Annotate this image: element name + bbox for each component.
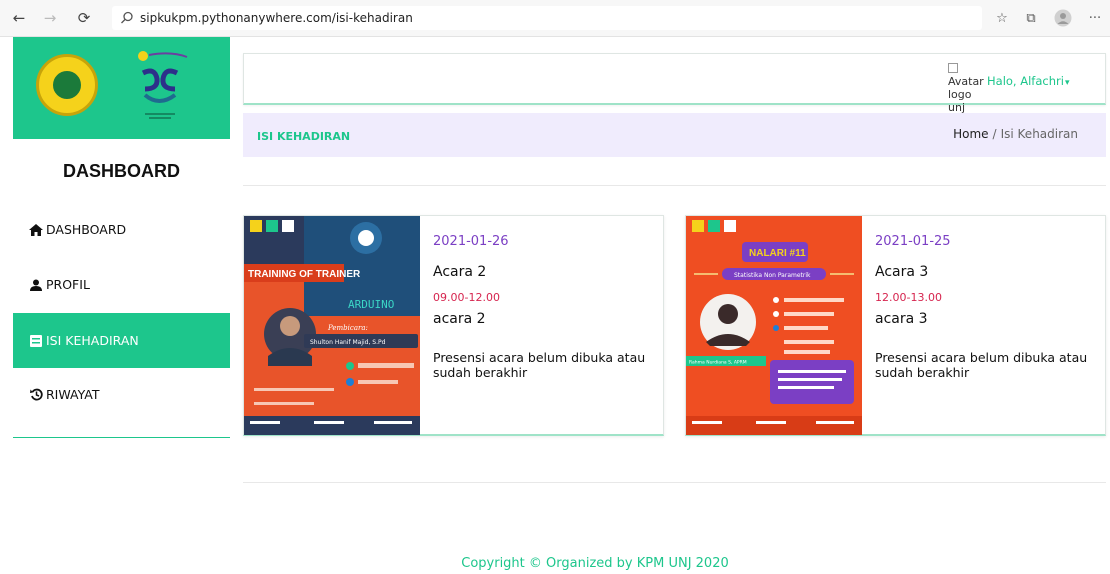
profile-icon bbox=[1054, 9, 1072, 27]
kpm-logo bbox=[137, 51, 188, 119]
poster-presenter-label: Pembicara: bbox=[327, 324, 368, 332]
sidebar-item-label: PROFIL bbox=[46, 277, 90, 292]
collections-icon[interactable]: ⧉ bbox=[1022, 8, 1040, 28]
event-time: 12.00-13.00 bbox=[875, 291, 942, 304]
form-icon bbox=[28, 334, 44, 348]
sidebar-item-dashboard[interactable]: DASHBOARD bbox=[13, 202, 230, 257]
event-card[interactable]: NALARI #11 Statistika Non Parametrik Rah… bbox=[685, 215, 1106, 436]
unj-logo bbox=[36, 54, 98, 116]
address-url: sipkukpm.pythonanywhere.com/isi-kehadira… bbox=[140, 11, 413, 25]
sidebar-item-label: RIWAYAT bbox=[46, 387, 100, 402]
sidebar-item-label: DASHBOARD bbox=[46, 222, 127, 237]
sidebar-divider bbox=[13, 437, 230, 438]
event-poster: TRAINING OF TRAINER ARDUINO Pembicara: S… bbox=[244, 216, 420, 435]
more-menu-icon[interactable]: ··· bbox=[1085, 8, 1105, 28]
footer-copyright: Copyright © Organized by KPM UNJ 2020 bbox=[461, 556, 729, 571]
page-header: ISI KEHADIRAN Home / Isi Kehadiran bbox=[243, 113, 1106, 157]
breadcrumb-separator: / bbox=[992, 127, 997, 141]
sidebar-item-isi-kehadiran[interactable]: ISI KEHADIRAN bbox=[13, 313, 230, 368]
back-icon[interactable]: ← bbox=[9, 8, 29, 28]
poster-title: NALARI #11 bbox=[749, 248, 806, 259]
event-name: Acara 2 bbox=[433, 264, 487, 280]
breadcrumb-home[interactable]: Home bbox=[953, 127, 988, 141]
top-navbar: Avatar logo unj Halo, Alfachri▾ bbox=[243, 53, 1106, 114]
chevron-down-icon: ▾ bbox=[1064, 78, 1070, 88]
address-bar[interactable]: sipkukpm.pythonanywhere.com/isi-kehadira… bbox=[112, 6, 982, 30]
avatar[interactable]: Avatar logo unj bbox=[948, 62, 988, 114]
home-icon bbox=[28, 223, 44, 237]
divider bbox=[243, 482, 1106, 483]
sidebar-header bbox=[13, 37, 230, 139]
user-greeting[interactable]: Halo, Alfachri▾ bbox=[987, 74, 1069, 88]
event-date: 2021-01-26 bbox=[433, 234, 509, 249]
poster-presenter: Shulton Hanif Majid, S.Pd bbox=[310, 339, 386, 346]
history-icon bbox=[28, 388, 44, 402]
sidebar-item-riwayat[interactable]: RIWAYAT bbox=[13, 367, 230, 422]
search-icon bbox=[121, 11, 133, 24]
avatar-alt-text: Avatar logo unj bbox=[948, 75, 984, 114]
favorites-icon[interactable]: ☆ bbox=[993, 8, 1011, 28]
event-status: Presensi acara belum dibuka atau sudah b… bbox=[433, 350, 646, 380]
broken-image-icon bbox=[948, 63, 958, 73]
event-name: Acara 3 bbox=[875, 264, 929, 280]
greeting-text: Halo, Alfachri bbox=[987, 74, 1064, 88]
event-time: 09.00-12.00 bbox=[433, 291, 500, 304]
poster-subtitle: Statistika Non Parametrik bbox=[734, 272, 811, 279]
event-description: acara 3 bbox=[875, 311, 928, 327]
breadcrumb: Home / Isi Kehadiran bbox=[953, 127, 1078, 141]
sidebar-item-profil[interactable]: PROFIL bbox=[13, 257, 230, 312]
user-icon bbox=[28, 278, 44, 292]
sidebar-item-label: ISI KEHADIRAN bbox=[46, 333, 139, 348]
event-date: 2021-01-25 bbox=[875, 234, 951, 249]
refresh-icon[interactable]: ⟳ bbox=[74, 8, 94, 28]
browser-toolbar: ← → ⟳ sipkukpm.pythonanywhere.com/isi-ke… bbox=[0, 0, 1110, 37]
profile-avatar-icon[interactable] bbox=[1054, 8, 1072, 28]
sidebar-title: DASHBOARD bbox=[63, 161, 180, 181]
poster-title: TRAINING OF TRAINER bbox=[248, 269, 361, 280]
event-poster: NALARI #11 Statistika Non Parametrik Rah… bbox=[686, 216, 862, 435]
divider bbox=[243, 185, 1106, 186]
event-status: Presensi acara belum dibuka atau sudah b… bbox=[875, 350, 1088, 380]
event-card[interactable]: TRAINING OF TRAINER ARDUINO Pembicara: S… bbox=[243, 215, 664, 436]
breadcrumb-current: Isi Kehadiran bbox=[1000, 127, 1078, 141]
poster-presenter: Rahma Nurdiana S, APRM bbox=[689, 360, 747, 366]
poster-subtitle: ARDUINO bbox=[348, 298, 394, 311]
page-title: ISI KEHADIRAN bbox=[257, 130, 351, 143]
event-description: acara 2 bbox=[433, 311, 486, 327]
sidebar: DASHBOARD DASHBOARD PROFIL ISI KEHADIRAN… bbox=[13, 37, 230, 553]
forward-icon[interactable]: → bbox=[40, 8, 60, 28]
